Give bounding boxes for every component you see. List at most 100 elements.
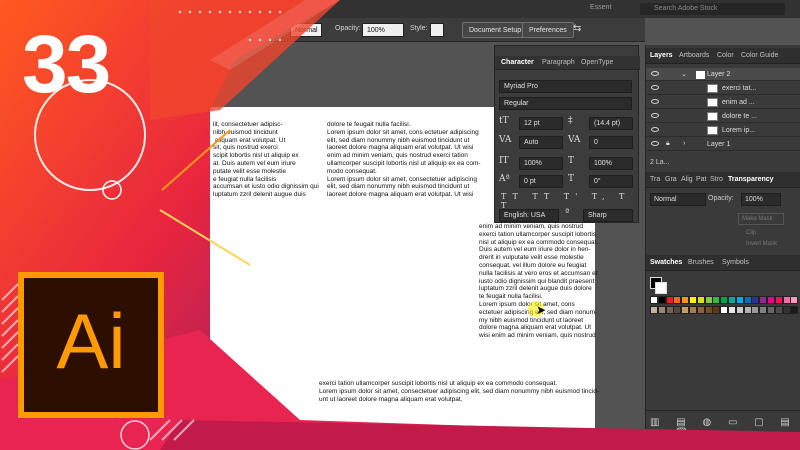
layer-name[interactable]: Layer 1 bbox=[707, 141, 730, 148]
color-swatch[interactable] bbox=[665, 296, 674, 304]
layer-name[interactable]: exerci tat... bbox=[722, 85, 756, 92]
color-swatch[interactable] bbox=[790, 306, 799, 314]
invert-mask-checkbox[interactable]: Invert Mask bbox=[746, 241, 777, 247]
layer-row[interactable]: dolore te ... bbox=[646, 110, 800, 123]
color-swatch[interactable] bbox=[759, 306, 768, 314]
visibility-eye-icon[interactable] bbox=[651, 113, 659, 118]
tab-stroke[interactable]: Stro bbox=[710, 176, 723, 183]
color-swatch[interactable] bbox=[681, 306, 690, 314]
color-swatch[interactable] bbox=[689, 296, 697, 304]
text-frame-left[interactable]: lit, consectetuer adipisc- nibh euismod … bbox=[213, 121, 319, 199]
color-swatch[interactable] bbox=[704, 296, 713, 304]
layer-name[interactable]: enim ad ... bbox=[722, 99, 755, 106]
layer-name[interactable]: Lorem ip... bbox=[722, 127, 755, 134]
layer-name[interactable]: dolore te ... bbox=[722, 113, 757, 120]
tab-layers[interactable]: Layers bbox=[650, 52, 673, 59]
layer-row[interactable]: enim ad ... bbox=[646, 96, 800, 109]
color-swatch[interactable] bbox=[673, 296, 682, 304]
tab-align[interactable]: Alig bbox=[681, 176, 693, 183]
tab-paragraph[interactable]: Paragraph bbox=[542, 59, 575, 66]
search-stock-input[interactable]: Search Adobe Stock bbox=[640, 3, 785, 15]
tab-pathfinder[interactable]: Pat bbox=[696, 176, 707, 183]
kerning-input[interactable]: Auto bbox=[519, 136, 563, 149]
tab-transform[interactable]: Tra bbox=[650, 176, 660, 183]
color-swatch[interactable] bbox=[657, 306, 666, 314]
text-frame-right[interactable]: enim ad minim veniam, quis nostrud exerc… bbox=[479, 223, 598, 340]
tab-color-guide[interactable]: Color Guide bbox=[741, 52, 778, 59]
vertical-scale-input[interactable]: 100% bbox=[519, 157, 563, 170]
color-swatch[interactable] bbox=[782, 296, 791, 304]
antialias-select[interactable]: Sharp bbox=[583, 209, 633, 222]
style-swatch[interactable] bbox=[430, 23, 444, 37]
tab-symbols[interactable]: Symbols bbox=[722, 259, 749, 266]
layer-row[interactable]: ⌄ Layer 2 bbox=[646, 68, 800, 81]
expand-chevron-icon[interactable]: ⌄ bbox=[681, 70, 687, 78]
make-mask-button[interactable]: Make Mask bbox=[738, 213, 784, 225]
color-swatch[interactable] bbox=[751, 306, 760, 314]
rotation-input[interactable]: 0° bbox=[589, 175, 633, 188]
color-swatch[interactable] bbox=[767, 296, 775, 304]
tab-swatches[interactable]: Swatches bbox=[650, 259, 682, 266]
color-swatch[interactable] bbox=[774, 306, 783, 314]
blend-mode-select[interactable]: Normal bbox=[290, 23, 322, 37]
color-swatch[interactable] bbox=[728, 296, 736, 304]
layer-row[interactable]: exerci tat... bbox=[646, 82, 800, 95]
tab-artboards[interactable]: Artboards bbox=[679, 52, 709, 59]
color-swatch[interactable] bbox=[735, 296, 744, 304]
tracking-input[interactable]: 0 bbox=[589, 136, 633, 149]
font-size-input[interactable]: 12 pt bbox=[519, 117, 563, 130]
color-swatch[interactable] bbox=[681, 296, 690, 304]
visibility-eye-icon[interactable] bbox=[651, 85, 659, 90]
color-swatch[interactable] bbox=[743, 296, 752, 304]
tab-character[interactable]: Character bbox=[501, 59, 534, 66]
arrange-icon[interactable]: ⇆ bbox=[573, 23, 581, 34]
expand-chevron-icon[interactable]: › bbox=[683, 140, 685, 147]
text-style-buttons[interactable]: TT TT T' T, T T bbox=[501, 192, 638, 210]
visibility-eye-icon[interactable] bbox=[651, 99, 659, 104]
color-swatch[interactable] bbox=[751, 296, 760, 304]
properties-tab[interactable]: Properties bbox=[650, 436, 682, 443]
document-setup-button[interactable]: Document Setup bbox=[462, 22, 529, 38]
color-swatch[interactable] bbox=[759, 296, 768, 304]
color-swatch[interactable] bbox=[720, 306, 729, 314]
color-swatch[interactable] bbox=[657, 296, 666, 304]
font-family-select[interactable]: Myriad Pro bbox=[499, 80, 632, 93]
stroke-swatch[interactable] bbox=[655, 282, 667, 294]
font-style-select[interactable]: Regular bbox=[499, 97, 632, 110]
color-swatch[interactable] bbox=[650, 306, 658, 314]
tab-color[interactable]: Color bbox=[717, 52, 734, 59]
lock-icon[interactable]: 🔒︎ bbox=[666, 140, 670, 148]
color-swatch[interactable] bbox=[735, 306, 744, 314]
layer-row[interactable]: 🔒︎ › Layer 1 bbox=[646, 138, 800, 151]
workspace-switcher[interactable]: Essent bbox=[590, 4, 611, 11]
color-swatch[interactable] bbox=[665, 306, 674, 314]
color-swatch[interactable] bbox=[720, 296, 729, 304]
color-swatch[interactable] bbox=[712, 296, 721, 304]
tab-opentype[interactable]: OpenType bbox=[581, 59, 613, 66]
visibility-eye-icon[interactable] bbox=[651, 71, 659, 76]
color-swatch[interactable] bbox=[728, 306, 736, 314]
color-swatch[interactable] bbox=[696, 306, 705, 314]
color-swatch[interactable] bbox=[712, 306, 721, 314]
color-swatch[interactable] bbox=[673, 306, 682, 314]
opacity-input[interactable]: 100% bbox=[362, 23, 404, 37]
transparency-opacity-input[interactable]: 100% bbox=[741, 193, 781, 206]
baseline-shift-input[interactable]: 0 pt bbox=[519, 175, 563, 188]
horizontal-scale-input[interactable]: 100% bbox=[589, 157, 633, 170]
color-swatch[interactable] bbox=[774, 296, 783, 304]
language-select[interactable]: English: USA bbox=[499, 209, 559, 222]
preferences-button[interactable]: Preferences bbox=[522, 22, 574, 38]
layer-row[interactable]: Lorem ip... bbox=[646, 124, 800, 137]
text-frame-middle[interactable]: dolore te feugait nulla facilisi. Lorem … bbox=[327, 121, 481, 199]
tab-transparency[interactable]: Transparency bbox=[728, 176, 774, 183]
tab-gradient[interactable]: Gra bbox=[665, 176, 677, 183]
color-swatch[interactable] bbox=[790, 296, 799, 304]
color-swatch[interactable] bbox=[650, 296, 658, 304]
transparency-mode-select[interactable]: Normal bbox=[650, 193, 706, 206]
visibility-eye-icon[interactable] bbox=[651, 141, 659, 146]
color-swatch[interactable] bbox=[767, 306, 775, 314]
color-swatch[interactable] bbox=[704, 306, 713, 314]
color-swatch[interactable] bbox=[689, 306, 697, 314]
color-swatch[interactable] bbox=[743, 306, 752, 314]
color-swatch[interactable] bbox=[696, 296, 705, 304]
